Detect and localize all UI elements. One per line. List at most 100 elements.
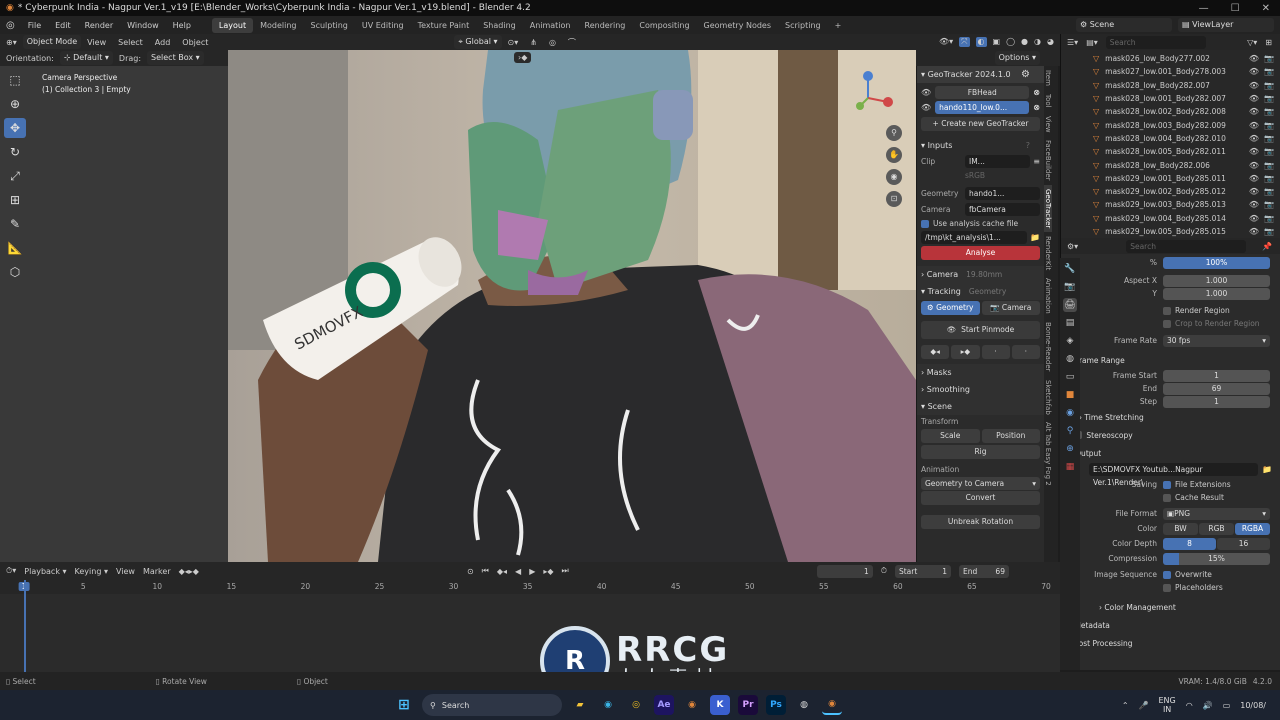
outliner-row[interactable]: ▽ mask028_low.002_Body282.008 👁 📷 (1061, 105, 1280, 118)
menu-edit[interactable]: Edit (48, 21, 78, 30)
keying-menu[interactable]: Keying ▾ (75, 567, 108, 576)
tab-rendering[interactable]: Rendering (578, 21, 633, 30)
next-key-icon[interactable]: ▸◆ (543, 567, 553, 576)
tab-uv-editing[interactable]: UV Editing (355, 21, 411, 30)
viewport-3d[interactable]: SDMOVFX ›◆ ⚲ ✋ ◉ ⊡ (228, 50, 916, 562)
visibility-eye-icon[interactable]: 👁 (1249, 81, 1259, 90)
transform-orientation[interactable]: ⌖ Global ▾ (454, 35, 502, 49)
camera-render-icon[interactable]: 📷 (1264, 147, 1274, 156)
world-props-icon[interactable]: ◍ (1063, 352, 1077, 366)
render-region-checkbox[interactable] (1163, 306, 1171, 315)
tab-sketchfab[interactable]: Sketchfab (1044, 376, 1052, 419)
gizmo-icon[interactable]: ⤧ (959, 37, 970, 47)
menu-render[interactable]: Render (78, 21, 120, 30)
position-button[interactable]: Position (981, 429, 1040, 443)
rig-button[interactable]: Rig (921, 445, 1040, 459)
language-indicator[interactable]: ENG IN (1158, 696, 1175, 714)
visibility-eye-icon[interactable]: 👁 (1249, 134, 1259, 143)
filter-icon[interactable]: ▽▾ (1247, 38, 1257, 47)
overlay-icon[interactable]: ◐ (975, 37, 987, 47)
blender-menu-icon[interactable]: ◎ (0, 20, 21, 31)
lock-camera-icon[interactable]: ⊡ (886, 191, 902, 207)
create-geotracker-button[interactable]: + Create new GeoTracker (921, 117, 1040, 131)
pan-icon[interactable]: ✋ (886, 147, 902, 163)
camera-view-icon[interactable]: ◉ (886, 169, 902, 185)
frame-rate-select[interactable]: 30 fps ▾ (1163, 334, 1270, 347)
visibility-eye-icon[interactable]: 👁 (1249, 200, 1259, 209)
color-rgba[interactable]: RGBA (1235, 522, 1270, 535)
tool-props-icon[interactable]: 🔧 (1063, 262, 1077, 276)
tray-chevron-icon[interactable]: ⌃ (1122, 701, 1129, 710)
rendered-shading-icon[interactable]: ◕ (1047, 37, 1054, 47)
outliner-row[interactable]: ▽ mask026_low_Body277.002 👁 📷 (1061, 52, 1280, 65)
track-step2-icon[interactable]: · (1011, 345, 1040, 359)
zoom-icon[interactable]: ⚲ (886, 125, 902, 141)
analyse-button[interactable]: Analyse (921, 246, 1040, 260)
camera-render-icon[interactable]: 📷 (1264, 214, 1274, 223)
tab-texture-paint[interactable]: Texture Paint (411, 21, 477, 30)
maximize-icon[interactable]: ☐ (1231, 3, 1240, 14)
new-collection-icon[interactable]: ⊞ (1265, 38, 1272, 47)
camera-render-icon[interactable]: 📷 (1264, 134, 1274, 143)
chrome-icon[interactable]: ◎ (626, 695, 646, 715)
outliner-row[interactable]: ▽ mask029_low.003_Body285.013 👁 📷 (1061, 198, 1280, 211)
camera-render-icon[interactable]: 📷 (1264, 227, 1274, 236)
tab-geometry-nodes[interactable]: Geometry Nodes (697, 21, 778, 30)
visibility-eye-icon[interactable]: 👁 (1249, 161, 1259, 170)
camera-render-icon[interactable]: 📷 (1264, 107, 1274, 116)
properties-editor-icon[interactable]: ⚙▾ (1067, 242, 1078, 251)
add-workspace-icon[interactable]: + (828, 21, 849, 30)
wifi-icon[interactable]: ◠ (1186, 701, 1193, 710)
select-box-icon[interactable]: ⬚ (4, 70, 26, 90)
tab-shading[interactable]: Shading (476, 21, 523, 30)
file-extensions-checkbox[interactable] (1163, 480, 1171, 489)
frame-step-field[interactable]: 1 (1163, 395, 1270, 408)
jump-start-icon[interactable]: ⏮ (482, 566, 489, 576)
tab-easy-fog[interactable]: Alt Tab Easy Fog 2 (1044, 418, 1052, 490)
depth-8[interactable]: 8 (1163, 537, 1216, 550)
marker-menu[interactable]: Marker (143, 567, 171, 576)
viewport-left-area[interactable]: Camera Perspective (1) Collection 3 | Em… (0, 66, 228, 562)
scale-button[interactable]: Scale (921, 429, 980, 443)
app-k-icon[interactable]: K (710, 695, 730, 715)
menu-window[interactable]: Window (120, 21, 166, 30)
crop-region-checkbox[interactable] (1163, 319, 1171, 328)
current-frame-field[interactable]: 1 (816, 564, 873, 578)
xray-icon[interactable]: ▣ (993, 37, 1001, 47)
start-frame-field[interactable]: Start 1 (894, 564, 951, 578)
tab-animation[interactable]: Animation (523, 21, 578, 30)
camera-render-icon[interactable]: 📷 (1264, 200, 1274, 209)
playhead[interactable] (24, 580, 26, 672)
constraints-props-icon[interactable]: ⚲ (1063, 424, 1077, 438)
visibility-eye-icon[interactable]: 👁 (1249, 67, 1259, 76)
camera-render-icon[interactable]: 📷 (1264, 54, 1274, 63)
scale-icon[interactable]: ⤢ (4, 166, 26, 186)
use-cache-checkbox[interactable] (921, 219, 929, 228)
tab-bonne-reader[interactable]: Bonne-Reader (1044, 318, 1052, 376)
menu-file[interactable]: File (21, 21, 48, 30)
timeline-editor-icon[interactable]: ⏱▾ (6, 566, 16, 576)
photoshop-icon[interactable]: Ps (766, 695, 786, 715)
folder-icon[interactable]: 📁 (1030, 233, 1040, 242)
navigation-gizmo[interactable] (848, 68, 898, 118)
collection-props-icon[interactable]: ▭ (1063, 370, 1077, 384)
geo-to-cam-select[interactable]: Geometry to Camera ▾ (921, 477, 1040, 490)
add-cube-icon[interactable]: ⬡ (4, 262, 26, 282)
color-bw[interactable]: BW (1163, 522, 1198, 535)
outliner-row[interactable]: ▽ mask028_low.001_Body282.007 👁 📷 (1061, 92, 1280, 105)
proportional-icon[interactable]: ◎ (543, 38, 562, 47)
orientation-selector[interactable]: ⊹ Default ▾ (59, 51, 113, 65)
timeline-view-menu[interactable]: View (116, 567, 135, 576)
folder-icon[interactable]: 📁 (1262, 465, 1272, 474)
output-props-icon[interactable]: 🖨 (1063, 298, 1077, 312)
camera-render-icon[interactable]: 📷 (1264, 121, 1274, 130)
eye-icon[interactable]: 👁 (921, 103, 931, 112)
tab-view[interactable]: View (1044, 112, 1052, 137)
time-stretching-header[interactable]: Time Stretching (1084, 413, 1143, 422)
outliner-row[interactable]: ▽ mask029_low.005_Body285.015 👁 📷 (1061, 225, 1280, 238)
menu-view[interactable]: View (81, 38, 112, 47)
camera-render-icon[interactable]: 📷 (1264, 174, 1274, 183)
falloff-icon[interactable]: ⌒ (562, 37, 582, 48)
clip-field[interactable]: IM... (965, 155, 1031, 168)
outliner-editor-icon[interactable]: ☰▾ (1067, 38, 1078, 47)
